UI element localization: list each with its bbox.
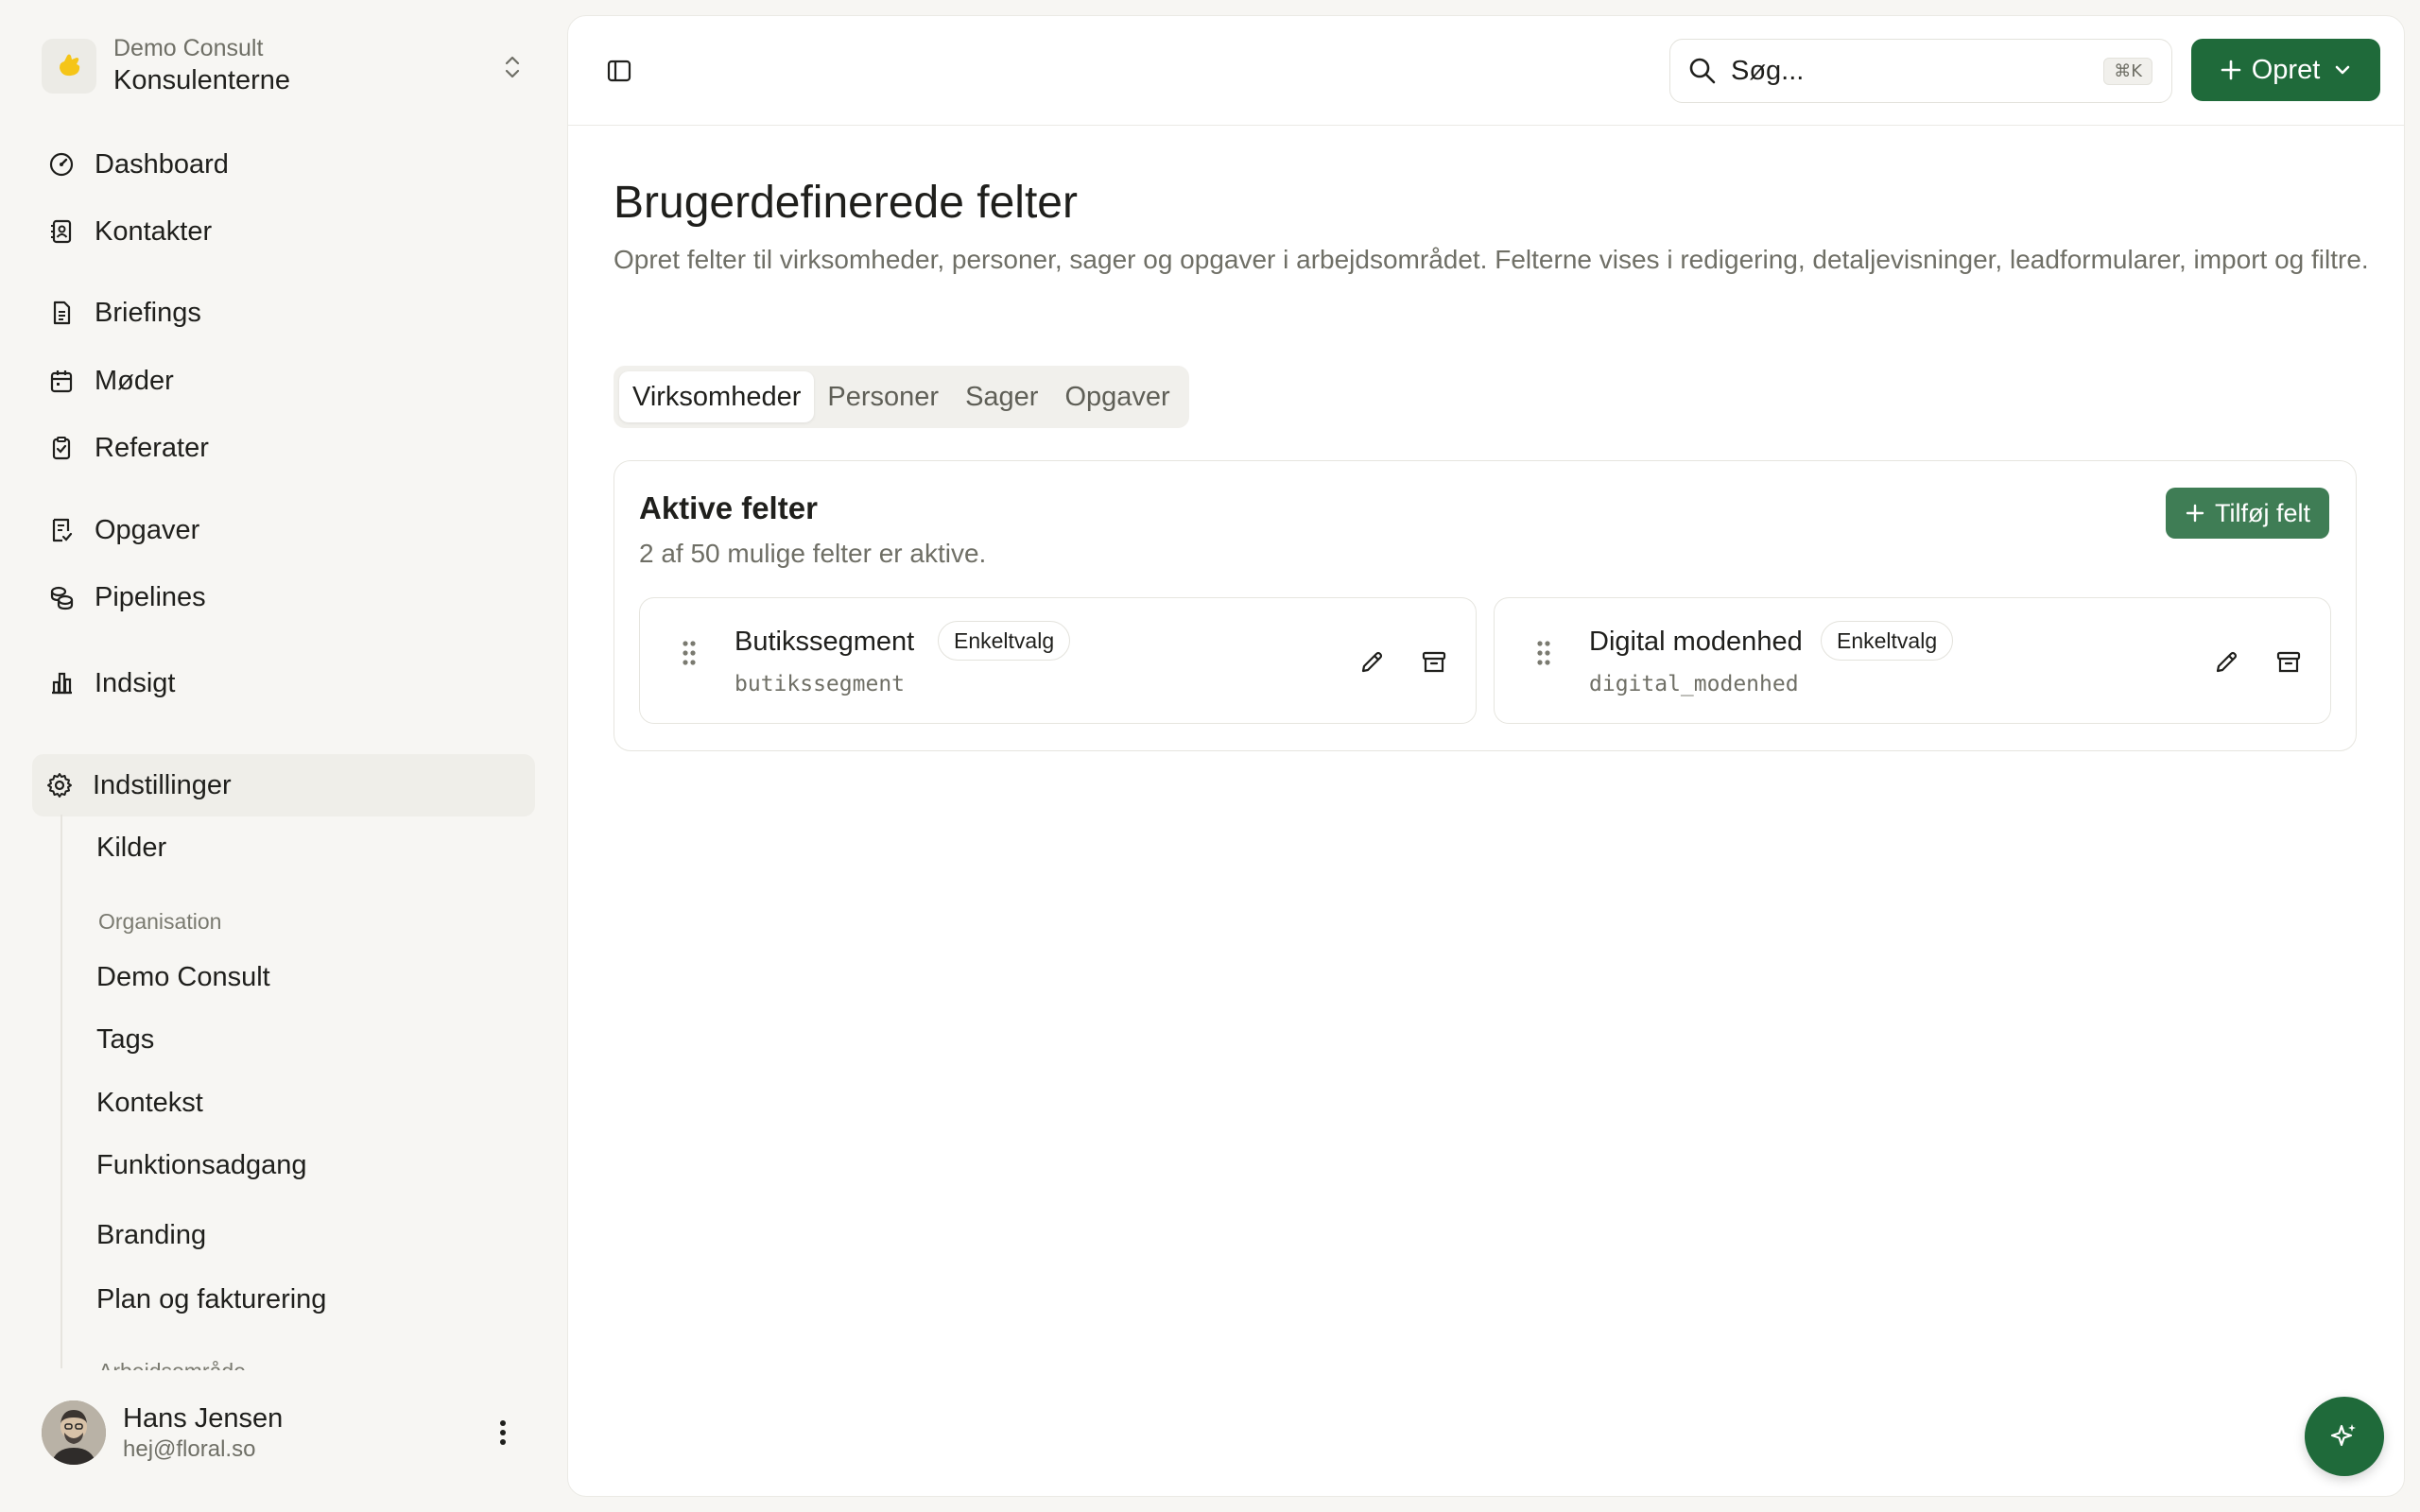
document-icon <box>47 299 76 327</box>
nav-pipelines[interactable]: Pipelines <box>34 570 535 625</box>
nav-briefings[interactable]: Briefings <box>34 285 535 340</box>
create-button[interactable]: Opret <box>2191 39 2380 101</box>
create-button-label: Opret <box>2251 54 2321 85</box>
page-description: Opret felter til virksomheder, personer,… <box>614 245 2369 274</box>
task-list-icon <box>47 516 76 544</box>
plus-icon <box>2220 59 2242 81</box>
add-field-button[interactable]: Tilføj felt <box>2166 488 2329 539</box>
field-key: butikssegment <box>735 672 906 696</box>
subnav-feature-access[interactable]: Funktionsadgang <box>96 1148 307 1182</box>
field-type-badge: Enkeltvalg <box>938 621 1071 661</box>
nav-dashboard[interactable]: Dashboard <box>34 137 535 192</box>
field-key: digital_modenhed <box>1589 672 1799 696</box>
search-icon <box>1687 56 1718 86</box>
field-name: Butikssegment <box>735 627 915 657</box>
calendar-icon <box>47 367 76 395</box>
workspace-switcher[interactable]: Demo Consult Konsulenterne <box>42 26 533 106</box>
search-placeholder: Søg... <box>1731 55 1805 86</box>
clipboard-check-icon <box>47 434 76 462</box>
active-fields-count: 2 af 50 mulige felter er aktive. <box>639 539 987 568</box>
field-name: Digital modenhed <box>1589 627 1803 657</box>
field-type-badge: Enkeltvalg <box>1821 621 1954 661</box>
archive-icon[interactable] <box>1417 645 1451 679</box>
plus-icon <box>2185 503 2205 524</box>
nav-label: Referater <box>95 432 209 463</box>
search-shortcut-badge: ⌘K <box>2103 57 2152 85</box>
sidebar-toggle-icon[interactable] <box>602 54 636 88</box>
page-title: Brugerdefinerede felter <box>614 178 1078 228</box>
archive-icon[interactable] <box>2272 645 2306 679</box>
add-field-label: Tilføj felt <box>2215 498 2310 527</box>
user-profile[interactable]: Hans Jensen hej@floral.so <box>42 1395 533 1470</box>
settings-subnav-line <box>60 815 62 1368</box>
subnav-context[interactable]: Kontekst <box>96 1086 203 1120</box>
nav-meetings[interactable]: Møder <box>34 353 535 408</box>
nav-label: Indsigt <box>95 667 176 698</box>
avatar <box>42 1400 106 1465</box>
chevrons-up-down-icon <box>501 53 524 81</box>
nav-label: Opgaver <box>95 514 200 545</box>
drag-handle-icon[interactable] <box>682 640 697 666</box>
workspace-org: Demo Consult <box>113 35 264 61</box>
subnav-demo-consult[interactable]: Demo Consult <box>96 960 270 994</box>
sparkles-icon <box>2328 1420 2360 1452</box>
entity-tabs: Virksomheder Personer Sager Opgaver <box>614 366 1189 428</box>
coins-icon <box>47 583 76 611</box>
nav-insight[interactable]: Indsigt <box>34 656 535 711</box>
tab-companies[interactable]: Virksomheder <box>619 371 815 422</box>
edit-pencil-icon[interactable] <box>1355 645 1389 679</box>
edit-pencil-icon[interactable] <box>2209 645 2243 679</box>
drag-handle-icon[interactable] <box>1536 640 1551 666</box>
tab-tasks[interactable]: Opgaver <box>1051 371 1183 422</box>
subnav-tags[interactable]: Tags <box>96 1022 154 1057</box>
subnav-plan-billing[interactable]: Plan og fakturering <box>96 1282 326 1316</box>
workspace-logo <box>42 39 96 94</box>
nav-label: Briefings <box>95 297 201 328</box>
hand-logo-icon <box>60 54 80 77</box>
chevron-down-icon <box>2333 60 2352 79</box>
nav-contacts[interactable]: Kontakter <box>34 204 535 259</box>
bar-chart-icon <box>47 669 76 697</box>
tab-persons[interactable]: Personer <box>814 371 952 422</box>
subnav-heading-organisation: Organisation <box>98 909 222 934</box>
nav-tasks[interactable]: Opgaver <box>34 503 535 558</box>
nav-label: Møder <box>95 365 174 396</box>
gauge-icon <box>47 150 76 179</box>
nav-label: Indstillinger <box>93 769 232 800</box>
nav-label: Pipelines <box>95 581 206 612</box>
gear-icon <box>45 771 74 799</box>
field-row: Butikssegment Enkeltvalg butikssegment <box>639 597 1477 724</box>
nav-minutes[interactable]: Referater <box>34 421 535 475</box>
nav-label: Dashboard <box>95 148 229 180</box>
nav-settings[interactable]: Indstillinger <box>32 754 535 816</box>
more-vertical-icon[interactable] <box>484 1414 522 1452</box>
user-email: hej@floral.so <box>123 1436 256 1462</box>
field-row: Digital modenhed Enkeltvalg digital_mode… <box>1494 597 2331 724</box>
active-fields-card: Aktive felter 2 af 50 mulige felter er a… <box>614 460 2357 751</box>
main-panel: Søg... ⌘K Opret Brugerdefinerede felter … <box>567 15 2405 1497</box>
workspace-name: Konsulenterne <box>113 65 291 95</box>
subnav-heading-workspace: Arbejdsområde <box>98 1357 382 1370</box>
user-name: Hans Jensen <box>123 1403 284 1434</box>
active-fields-title: Aktive felter <box>639 490 818 525</box>
sidebar: Demo Consult Konsulenterne Dashboard Kon… <box>0 0 567 1512</box>
tab-cases[interactable]: Sager <box>952 371 1051 422</box>
subnav-sources[interactable]: Kilder <box>96 831 166 865</box>
search-input[interactable]: Søg... ⌘K <box>1669 39 2172 103</box>
subnav-branding[interactable]: Branding <box>96 1218 206 1252</box>
topbar: Søg... ⌘K Opret <box>568 16 2404 126</box>
ai-assistant-button[interactable] <box>2305 1397 2384 1476</box>
nav-label: Kontakter <box>95 215 213 247</box>
contact-book-icon <box>47 217 76 246</box>
